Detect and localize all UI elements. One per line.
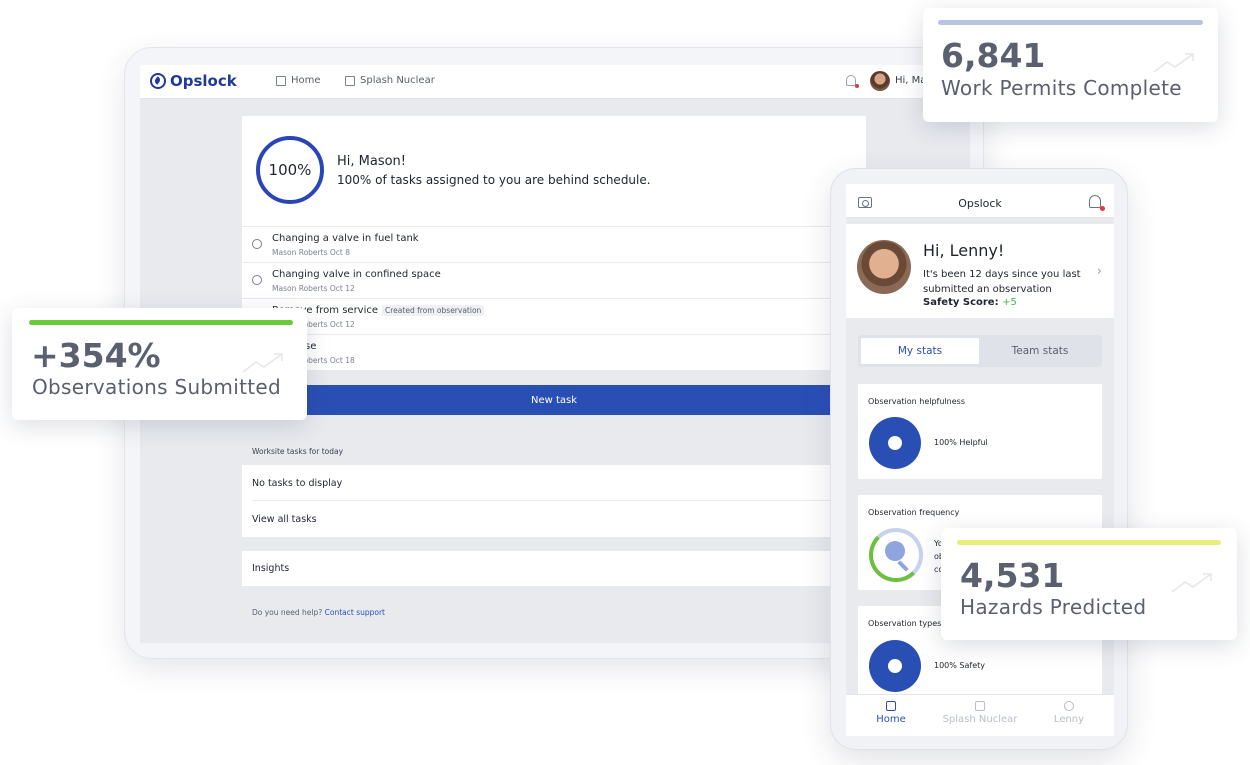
bell-icon[interactable] — [846, 75, 859, 88]
phone-title: Opslock — [958, 197, 1002, 210]
worksite-card: No tasks to display View all tasks — [242, 465, 866, 537]
frequency-title: Observation frequency — [868, 508, 960, 517]
search-icon-handle — [897, 560, 909, 572]
helpfulness-title: Observation helpfulness — [868, 397, 965, 406]
types-value: 100% Safety — [934, 661, 986, 670]
list-item[interactable]: Changing a valve in fuel tank Mason Robe… — [242, 226, 866, 262]
task-radio[interactable] — [252, 239, 262, 249]
tab-my-stats[interactable]: My stats — [861, 338, 979, 364]
progress-value: 100% — [268, 161, 312, 179]
help-question: Do you need help? — [252, 608, 323, 617]
accent-bar — [29, 320, 293, 325]
nav-item-home[interactable]: Home — [276, 75, 321, 86]
tab-site-label: Splash Nuclear — [942, 714, 1018, 725]
summary-card: 100% Hi, Mason! 100% of tasks assigned t… — [242, 116, 866, 370]
building-icon — [345, 75, 355, 86]
avatar — [857, 240, 911, 294]
greeting-subtitle: 100% of tasks assigned to you are behind… — [337, 173, 651, 187]
hazards-label: Hazards Predicted — [960, 595, 1147, 619]
view-all-tasks-link[interactable]: View all tasks — [252, 514, 317, 525]
bell-icon[interactable] — [1089, 195, 1105, 211]
safety-score: Safety Score: +5 — [923, 297, 1017, 308]
search-icon — [885, 541, 905, 561]
home-icon — [276, 75, 286, 86]
pie-chart-icon — [869, 640, 921, 692]
observation-reminder: It's been 12 days since you last submitt… — [923, 269, 1081, 295]
accent-bar — [957, 540, 1221, 545]
safety-score-label: Safety Score: — [923, 297, 999, 308]
work-permits-card: 6,841 Work Permits Complete — [923, 8, 1218, 122]
progress-ring: 100% — [256, 136, 324, 204]
new-task-button[interactable]: New task — [242, 385, 866, 415]
nav-home-label: Home — [291, 75, 321, 86]
worksite-section-label: Worksite tasks for today — [252, 447, 344, 456]
observations-number: +354% — [31, 336, 161, 375]
no-tasks-message: No tasks to display — [252, 478, 343, 489]
list-item[interactable]: Changing valve in confined space Mason R… — [242, 262, 866, 298]
bottom-tab-bar: Home Splash Nuclear Lenny — [846, 694, 1114, 736]
permits-label: Work Permits Complete — [941, 76, 1182, 100]
trend-up-icon — [1171, 572, 1213, 594]
helpfulness-card[interactable]: Observation helpfulness 100% Helpful — [858, 384, 1102, 479]
phone-greeting: Hi, Lenny! — [923, 241, 1005, 260]
task-name: Changing a valve in fuel tank — [272, 233, 419, 244]
tab-profile[interactable]: Lenny — [1024, 701, 1114, 725]
task-meta: Mason Roberts Oct 12 — [272, 284, 355, 293]
trend-up-icon — [242, 352, 284, 374]
tab-profile-label: Lenny — [1053, 714, 1085, 725]
frequency-ring — [869, 528, 923, 582]
avatar[interactable] — [870, 71, 890, 91]
types-title: Observation types — [868, 619, 942, 628]
insights-label: Insights — [252, 563, 290, 574]
list-item[interactable]: High rise Mason Roberts Oct 18 — [242, 334, 866, 370]
safety-score-value: +5 — [1002, 297, 1017, 308]
tab-team-stats[interactable]: Team stats — [981, 338, 1099, 364]
helpfulness-value: 100% Helpful — [934, 438, 988, 447]
task-tag: Created from observation — [382, 305, 485, 316]
phone-device: Opslock Hi, Lenny! It's been 12 days sin… — [830, 168, 1128, 750]
tab-home-label: Home — [876, 714, 906, 725]
tab-site[interactable]: Splash Nuclear — [935, 701, 1025, 725]
phone-header: Opslock — [846, 184, 1114, 218]
contact-support-link[interactable]: Contact support — [325, 608, 385, 617]
nav-site-label: Splash Nuclear — [360, 75, 435, 86]
task-name: Changing valve in confined space — [272, 269, 441, 280]
insights-card[interactable]: Insights — [242, 551, 866, 586]
observations-label: Observations Submitted — [32, 375, 281, 399]
top-navigation: Opslock Home Splash Nuclear Hi, Ma — [140, 65, 970, 99]
trend-up-icon — [1153, 52, 1195, 74]
hazards-number: 4,531 — [960, 556, 1065, 595]
task-radio[interactable] — [252, 275, 262, 285]
greeting-title: Hi, Mason! — [337, 154, 407, 169]
brand-name: Opslock — [170, 72, 237, 90]
home-icon — [886, 701, 896, 711]
tab-home[interactable]: Home — [846, 701, 936, 725]
user-greeting[interactable]: Hi, Ma — [895, 75, 926, 86]
permits-number: 6,841 — [941, 36, 1046, 75]
brand[interactable]: Opslock — [150, 72, 237, 90]
help-text: Do you need help? Contact support — [252, 608, 385, 617]
nav-item-site[interactable]: Splash Nuclear — [345, 75, 435, 86]
stats-toggle: My stats Team stats — [858, 335, 1102, 367]
greeting-card[interactable]: Hi, Lenny! It's been 12 days since you l… — [846, 224, 1114, 318]
chevron-right-icon[interactable]: › — [1097, 264, 1102, 279]
accent-bar — [938, 20, 1203, 25]
task-list: Changing a valve in fuel tank Mason Robe… — [242, 226, 866, 370]
divider — [252, 500, 866, 501]
phone-screen: Opslock Hi, Lenny! It's been 12 days sin… — [846, 184, 1114, 736]
leaf-logo-icon — [150, 73, 166, 89]
task-meta: Mason Roberts Oct 8 — [272, 248, 350, 257]
user-icon — [1064, 701, 1074, 711]
list-item[interactable]: Remove from service Created from observat… — [242, 298, 866, 334]
observations-card: +354% Observations Submitted — [12, 308, 307, 420]
building-icon — [975, 701, 985, 711]
pie-chart-icon — [869, 417, 921, 469]
hazards-card: 4,531 Hazards Predicted — [941, 528, 1237, 640]
